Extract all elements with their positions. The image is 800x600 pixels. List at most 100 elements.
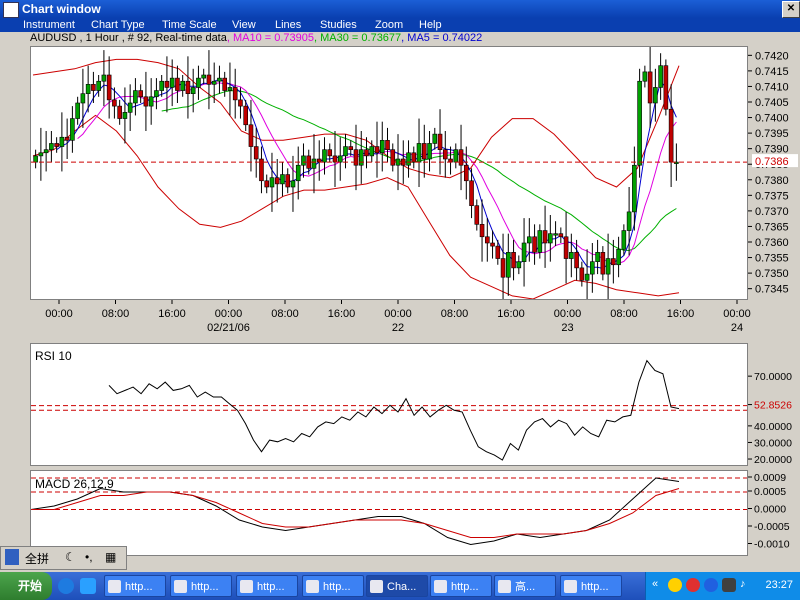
candle-up bbox=[290, 180, 296, 188]
rsi-panel[interactable]: RSI 10 bbox=[30, 343, 748, 466]
price-tick-label: 0.7360 bbox=[755, 237, 789, 249]
taskbar-item[interactable]: http... bbox=[430, 575, 492, 597]
time-tick-label: 16:00 bbox=[497, 308, 525, 320]
candle-down bbox=[421, 143, 427, 160]
candle-down bbox=[206, 74, 212, 85]
candle-down bbox=[511, 252, 516, 269]
candle-up bbox=[75, 102, 80, 119]
menu-view[interactable]: View bbox=[232, 19, 256, 31]
candle-up bbox=[626, 211, 632, 231]
candle-down bbox=[112, 99, 117, 107]
candle-up bbox=[427, 143, 432, 160]
ime-mode-label[interactable]: 全拼 bbox=[25, 550, 49, 567]
time-axis: 00:00 08:00 16:00 00:00 08:00 16:00 00:00 08:00… bbox=[45, 300, 751, 334]
rsi-chart[interactable]: RSI 10 bbox=[31, 344, 747, 465]
macd-panel[interactable]: MACD 26,12,9 bbox=[30, 470, 748, 556]
candle-down bbox=[253, 146, 259, 160]
taskbar-item[interactable]: http... bbox=[170, 575, 232, 597]
candle-up bbox=[295, 164, 301, 182]
candle-up bbox=[658, 65, 663, 88]
menu-chart-type[interactable]: Chart Type bbox=[91, 19, 145, 31]
taskbar-item[interactable]: http... bbox=[236, 575, 298, 597]
price-chart-panel[interactable] bbox=[30, 46, 748, 306]
price-tick-label: 0.7355 bbox=[755, 253, 789, 265]
macd-tick-label: -0.0010 bbox=[754, 539, 790, 551]
ie-quicklaunch-icon[interactable] bbox=[58, 578, 74, 594]
quicklaunch-icon[interactable] bbox=[80, 578, 96, 594]
rsi-tick-label: 20.0000 bbox=[754, 454, 792, 466]
candle-down bbox=[238, 99, 243, 107]
system-tray: « ♪ 23:27 bbox=[645, 572, 800, 600]
candle-up bbox=[180, 80, 185, 91]
candle-up bbox=[154, 90, 159, 98]
menu-lines[interactable]: Lines bbox=[275, 19, 301, 31]
candle-up bbox=[133, 90, 138, 104]
rsi-title: RSI 10 bbox=[35, 349, 72, 363]
candle-up bbox=[506, 252, 511, 278]
moon-icon[interactable]: ☾ bbox=[65, 550, 76, 564]
taskbar-item[interactable]: 高... bbox=[494, 575, 556, 597]
candle-down bbox=[558, 233, 564, 238]
candle-down bbox=[579, 267, 585, 281]
candle-down bbox=[348, 146, 354, 150]
qq-icon[interactable] bbox=[668, 578, 682, 592]
close-button[interactable]: ✕ bbox=[782, 1, 800, 18]
taskbar-item[interactable]: http... bbox=[104, 575, 166, 597]
start-button[interactable]: 开始 bbox=[0, 572, 52, 600]
chart-info-line: AUDUSD , 1 Hour , # 92, Real-time data, … bbox=[30, 32, 750, 46]
candle-up bbox=[642, 71, 648, 82]
clock: 23:27 bbox=[765, 579, 793, 591]
price-tick-label: 0.7390 bbox=[755, 144, 789, 156]
ime-toolbar[interactable]: 全拼 ☾ •, ▦ bbox=[0, 546, 127, 570]
macd-signal-line bbox=[31, 488, 680, 538]
candle-down bbox=[458, 149, 464, 166]
price-tick-label: 0.7350 bbox=[755, 268, 789, 280]
time-tick-label: 16:00 bbox=[328, 308, 356, 320]
candle-up bbox=[605, 258, 611, 275]
volume-icon[interactable]: ♪ bbox=[740, 578, 746, 590]
tray-expand-icon[interactable]: « bbox=[652, 578, 658, 590]
candle-up bbox=[311, 158, 317, 169]
price-tick-label: 0.7395 bbox=[755, 128, 789, 140]
candle-down bbox=[437, 133, 443, 150]
candle-down bbox=[54, 143, 59, 147]
candle-down bbox=[353, 149, 359, 166]
candle-down bbox=[611, 258, 616, 266]
menu-help[interactable]: Help bbox=[419, 19, 442, 31]
candle-up bbox=[369, 146, 375, 157]
menu-time-scale[interactable]: Time Scale bbox=[162, 19, 217, 31]
candle-down bbox=[668, 108, 674, 163]
taskbar-item-active[interactable]: Cha... bbox=[366, 575, 428, 597]
price-tick-label: 0.7365 bbox=[755, 221, 789, 233]
candle-up bbox=[548, 233, 553, 244]
window-title: Chart window bbox=[22, 2, 101, 16]
menu-instrument[interactable]: Instrument bbox=[23, 19, 75, 31]
candle-down bbox=[463, 164, 469, 182]
price-axis: 0.7420 0.7415 0.7410 0.7405 0.7400 0.7395 0.73… bbox=[748, 50, 798, 296]
macd-chart[interactable]: MACD 26,12,9 bbox=[30, 471, 747, 555]
price-tick-label: 0.7370 bbox=[755, 206, 789, 218]
punctuation-icon[interactable]: •, bbox=[85, 550, 93, 564]
tray-icon[interactable] bbox=[722, 578, 736, 592]
candle-down bbox=[364, 149, 369, 157]
candle-down bbox=[485, 236, 490, 244]
candle-up bbox=[616, 248, 621, 266]
menu-studies[interactable]: Studies bbox=[320, 19, 357, 31]
macd-tick-label: 0.0009 bbox=[754, 472, 786, 484]
candle-up bbox=[43, 149, 49, 154]
macd-tick-label: 0.0000 bbox=[754, 504, 786, 516]
menu-zoom[interactable]: Zoom bbox=[375, 19, 403, 31]
ie-tray-icon[interactable] bbox=[704, 578, 718, 592]
keyboard-icon[interactable]: ▦ bbox=[105, 550, 116, 564]
time-tick-label: 16:00 bbox=[667, 308, 695, 320]
candle-down bbox=[91, 84, 96, 91]
taskbar-item[interactable]: http... bbox=[302, 575, 364, 597]
candle-up bbox=[38, 152, 44, 157]
time-tick-label: 00:00 bbox=[723, 308, 751, 320]
candle-up bbox=[358, 149, 364, 166]
candle-up bbox=[70, 118, 75, 141]
candle-up bbox=[632, 164, 637, 213]
taskbar-item[interactable]: http... bbox=[560, 575, 622, 597]
price-chart[interactable] bbox=[31, 46, 747, 306]
tray-icon[interactable] bbox=[686, 578, 700, 592]
